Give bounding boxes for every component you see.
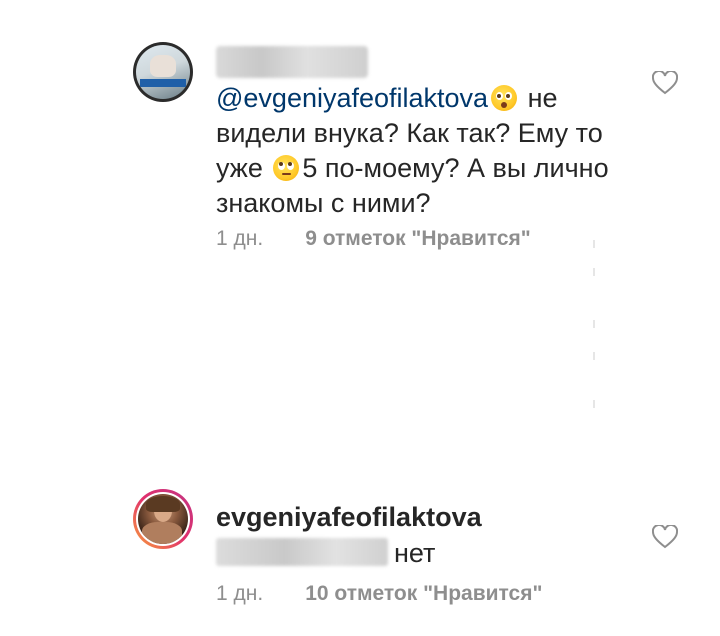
scroll-mark <box>593 320 595 328</box>
comment-meta: 1 дн. 10 отметок "Нравится" <box>216 582 542 606</box>
comment-time: 1 дн. <box>216 582 264 605</box>
reply-text-line: нет <box>216 536 435 571</box>
heart-icon[interactable] <box>652 71 678 95</box>
flushed-face-icon <box>491 85 518 111</box>
blurred-mention <box>216 538 388 566</box>
commenter-avatar-story-ring[interactable] <box>133 489 193 549</box>
comment-time: 1 дн. <box>216 227 264 250</box>
likes-count[interactable]: 10 отметок "Нравится" <box>305 582 542 605</box>
scroll-mark <box>593 240 595 248</box>
commenter-avatar[interactable] <box>133 42 193 102</box>
mention-link[interactable]: @evgeniyafeofilaktova <box>216 83 488 113</box>
scroll-mark <box>593 268 595 276</box>
blurred-username <box>216 46 368 78</box>
reply-text: нет <box>394 538 436 568</box>
rolling-eyes-icon <box>273 155 300 181</box>
comment-meta: 1 дн. 9 отметок "Нравится" <box>216 227 531 251</box>
comment-text: @evgeniyafeofilaktova не видели внука? К… <box>216 81 616 221</box>
scroll-mark <box>593 352 595 360</box>
heart-icon[interactable] <box>652 525 678 549</box>
likes-count[interactable]: 9 отметок "Нравится" <box>305 227 531 250</box>
scroll-mark <box>593 400 595 408</box>
comment-username[interactable]: evgeniyafeofilaktova <box>216 502 482 533</box>
